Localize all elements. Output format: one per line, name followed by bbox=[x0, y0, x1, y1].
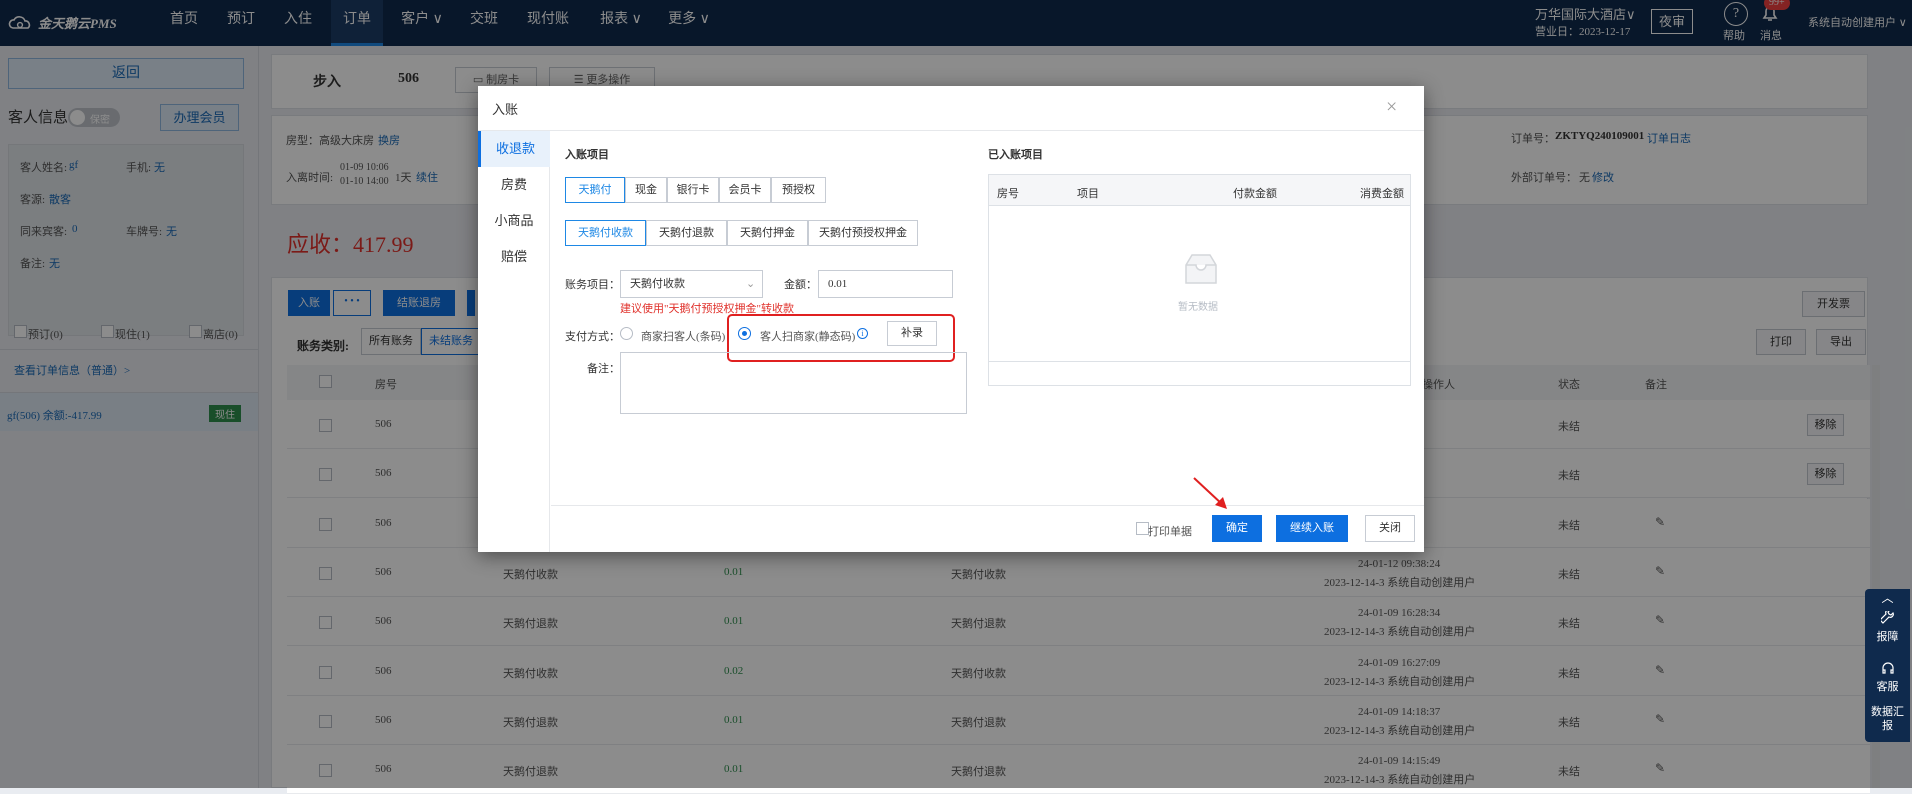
subtype-receive[interactable]: 天鹅付收款 bbox=[565, 220, 646, 246]
option-merchant-scan[interactable]: 商家扫客人(条码) bbox=[641, 328, 725, 344]
posted-items-table: 房号 项目 付款金额 消费金额 暂无数据 bbox=[988, 174, 1411, 386]
subtype-deposit[interactable]: 天鹅付押金 bbox=[727, 220, 808, 246]
posted-footer-line bbox=[989, 361, 1410, 362]
paytype-membercard[interactable]: 会员卡 bbox=[719, 177, 771, 203]
print-receipt-label: 打印单据 bbox=[1148, 526, 1192, 538]
account-item-label: 账务项目： bbox=[565, 279, 620, 291]
dialog-footer-divider bbox=[551, 505, 1424, 506]
remark-textarea[interactable] bbox=[620, 352, 967, 414]
dialog-title: 入账 bbox=[492, 102, 519, 117]
posted-col-room: 房号 bbox=[997, 188, 1019, 200]
posted-col-item: 项目 bbox=[1077, 188, 1099, 200]
tab-compensation[interactable]: 赔偿 bbox=[478, 239, 550, 275]
radio-merchant-scan[interactable] bbox=[620, 327, 633, 340]
entry-items-label: 入账项目 bbox=[565, 149, 609, 161]
subtype-refund[interactable]: 天鹅付退款 bbox=[646, 220, 727, 246]
chevron-down-icon: ⌄ bbox=[746, 278, 756, 290]
continue-posting-button[interactable]: 继续入账 bbox=[1276, 515, 1348, 542]
account-item-select[interactable]: 天鹅付收款 ⌄ bbox=[620, 270, 763, 298]
post-entry-dialog: 入账 × 收退款 房费 小商品 赔偿 入账项目 天鹅付 现金 银行卡 会员卡 预… bbox=[478, 86, 1424, 552]
empty-inbox-icon bbox=[1176, 251, 1226, 287]
dialog-divider bbox=[478, 130, 1424, 131]
pay-method-label: 支付方式： bbox=[565, 331, 620, 343]
posted-col-consumed: 消费金额 bbox=[1360, 188, 1404, 200]
collapse-chevron-icon[interactable]: ︿ bbox=[1865, 589, 1910, 607]
service-tool[interactable]: 客服 bbox=[1865, 661, 1910, 694]
side-toolbar: ︿ 报障 客服 数据汇报 bbox=[1865, 589, 1910, 742]
arrow-annotation-icon bbox=[1193, 477, 1227, 509]
account-item-value: 天鹅付收款 bbox=[630, 278, 685, 290]
repair-label: 报障 bbox=[1876, 631, 1899, 643]
dialog-sidebar: 收退款 房费 小商品 赔偿 bbox=[478, 131, 550, 552]
wrench-icon bbox=[1878, 609, 1894, 624]
close-icon[interactable]: × bbox=[1386, 96, 1397, 119]
service-label: 客服 bbox=[1876, 681, 1899, 693]
tab-room-charge[interactable]: 房费 bbox=[478, 167, 550, 203]
confirm-button[interactable]: 确定 bbox=[1212, 515, 1262, 542]
amount-label: 金额： bbox=[784, 279, 817, 291]
empty-text: 暂无数据 bbox=[1178, 302, 1218, 313]
subtype-preauth-deposit[interactable]: 天鹅付预授权押金 bbox=[808, 220, 918, 246]
amount-input[interactable]: 0.01 bbox=[818, 270, 953, 298]
paytype-bankcard[interactable]: 银行卡 bbox=[667, 177, 719, 203]
headset-icon bbox=[1881, 662, 1894, 674]
paytype-preauth[interactable]: 预授权 bbox=[771, 177, 826, 203]
paytype-tianefu[interactable]: 天鹅付 bbox=[565, 177, 625, 203]
tab-goods[interactable]: 小商品 bbox=[478, 203, 550, 239]
repair-tool[interactable]: 报障 bbox=[1865, 609, 1910, 644]
posted-header bbox=[989, 175, 1410, 206]
paytype-cash[interactable]: 现金 bbox=[625, 177, 667, 203]
posted-col-paid: 付款金额 bbox=[1233, 188, 1277, 200]
posted-items-label: 已入账项目 bbox=[988, 149, 1043, 161]
tab-payment[interactable]: 收退款 bbox=[478, 131, 550, 167]
remark-label: 备注： bbox=[587, 363, 620, 375]
report-tool[interactable]: 数据汇报 bbox=[1871, 705, 1904, 733]
close-button[interactable]: 关闭 bbox=[1365, 515, 1415, 542]
